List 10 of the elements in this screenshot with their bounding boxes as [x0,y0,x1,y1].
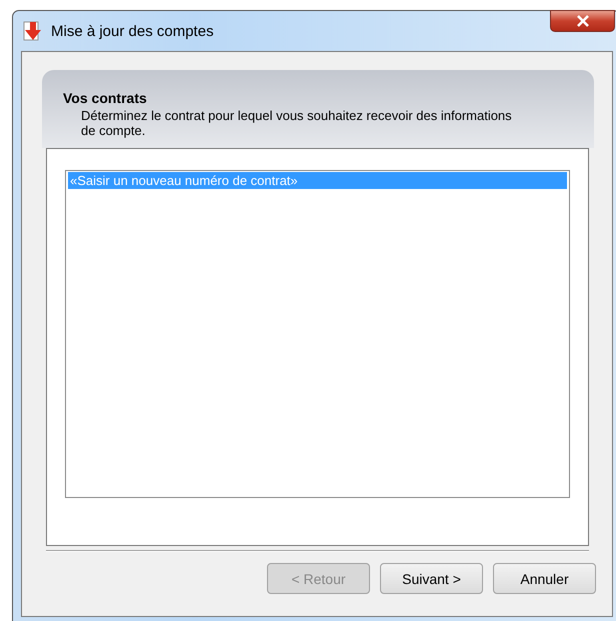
close-icon [576,15,590,27]
wizard-button[interactable]: Annuler [493,563,596,594]
contract-item[interactable]: «Saisir un nouveau numéro de contrat» [68,172,567,189]
window-title: Mise à jour des comptes [51,22,214,40]
contract-list[interactable]: «Saisir un nouveau numéro de contrat» [65,170,570,498]
section-description: Déterminez le contrat pour lequel vous souhaitez recevoir des informations de compte. [80,108,513,138]
wizard-button[interactable]: Suivant > [380,563,483,594]
section-title: Vos contrats [63,90,148,106]
close-button[interactable] [550,10,615,32]
download-arrow-icon [23,21,43,41]
